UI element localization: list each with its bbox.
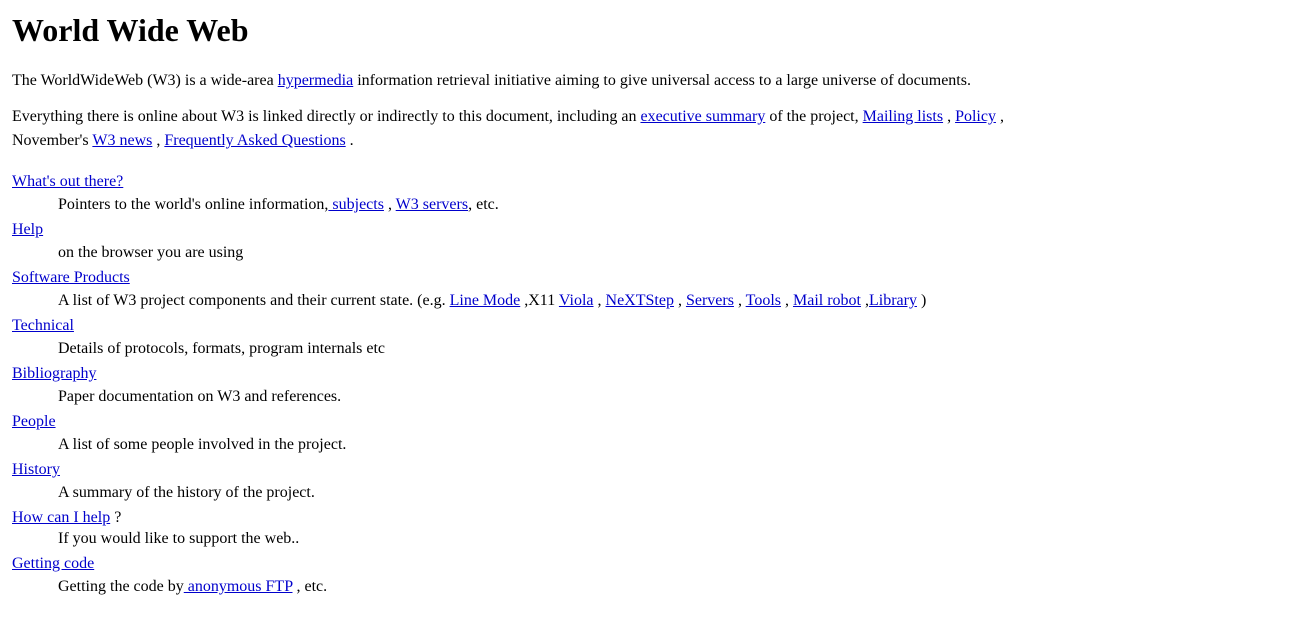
anonymous-ftp-link[interactable]: anonymous FTP [184,578,293,595]
subjects-link[interactable]: subjects [328,196,384,213]
intro-paragraph-2: Everything there is online about W3 is l… [12,105,1277,153]
section-people: People A list of some people involved in… [12,413,1277,457]
help-link[interactable]: Help [12,221,1277,239]
intro2-mid4: , [152,132,164,149]
page-title: World Wide Web [12,12,1277,49]
line-mode-link[interactable]: Line Mode [450,292,521,309]
section-getting-code: Getting code Getting the code by anonymo… [12,555,1277,599]
nextstep-link[interactable]: NeXTStep [606,292,674,309]
people-desc: A list of some people involved in the pr… [58,433,1277,457]
policy-link[interactable]: Policy [955,108,996,125]
people-link[interactable]: People [12,413,1277,431]
mail-robot-link[interactable]: Mail robot [793,292,861,309]
how-can-i-help-desc: If you would like to support the web.. [58,527,1277,551]
software-products-desc: A list of W3 project components and thei… [58,289,1277,313]
section-software-products: Software Products A list of W3 project c… [12,269,1277,313]
getting-code-desc: Getting the code by anonymous FTP , etc. [58,575,1277,599]
intro2-mid1: of the project, [765,108,862,125]
section-whats-out-there: What's out there? Pointers to the world'… [12,173,1277,217]
w3-servers-link[interactable]: W3 servers [396,196,468,213]
section-bibliography: Bibliography Paper documentation on W3 a… [12,365,1277,409]
executive-summary-link[interactable]: executive summary [640,108,765,125]
servers-link[interactable]: Servers [686,292,734,309]
how-can-i-help-suffix: ? [110,509,121,526]
how-can-i-help-container: How can I help ? [12,509,121,526]
section-history: History A summary of the history of the … [12,461,1277,505]
whats-out-there-link[interactable]: What's out there? [12,173,1277,191]
software-products-link[interactable]: Software Products [12,269,1277,287]
tools-link[interactable]: Tools [746,292,781,309]
help-desc: on the browser you are using [58,241,1277,265]
history-desc: A summary of the history of the project. [58,481,1277,505]
section-technical: Technical Details of protocols, formats,… [12,317,1277,361]
bibliography-link[interactable]: Bibliography [12,365,1277,383]
whats-out-there-desc: Pointers to the world's online informati… [58,193,1277,217]
intro2-start: Everything there is online about W3 is l… [12,108,640,125]
intro1-rest: information retrieval initiative aiming … [353,72,971,89]
history-link[interactable]: History [12,461,1277,479]
how-can-i-help-link[interactable]: How can I help [12,509,110,526]
intro2-line2-start: November's [12,132,92,149]
intro2-end: . [346,132,354,149]
getting-code-link[interactable]: Getting code [12,555,1277,573]
intro-paragraph-1: The WorldWideWeb (W3) is a wide-area hyp… [12,69,1277,93]
section-how-can-i-help: How can I help ? If you would like to su… [12,509,1277,551]
intro2-mid2: , [943,108,955,125]
technical-desc: Details of protocols, formats, program i… [58,337,1277,361]
intro1-text: The WorldWideWeb (W3) is a wide-area [12,72,278,89]
bibliography-desc: Paper documentation on W3 and references… [58,385,1277,409]
faq-link[interactable]: Frequently Asked Questions [164,132,345,149]
library-link[interactable]: Library [869,292,917,309]
w3-news-link[interactable]: W3 news [92,132,152,149]
hypermedia-link[interactable]: hypermedia [278,72,354,89]
technical-link[interactable]: Technical [12,317,1277,335]
section-help: Help on the browser you are using [12,221,1277,265]
mailing-lists-link[interactable]: Mailing lists [863,108,943,125]
viola-link[interactable]: Viola [559,292,594,309]
intro2-mid3: , [996,108,1004,125]
